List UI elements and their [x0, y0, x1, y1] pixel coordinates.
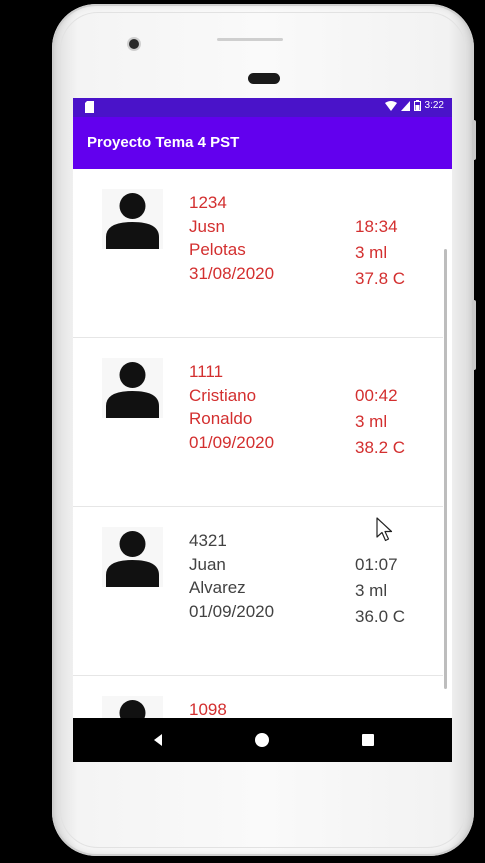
record-first-name: Jusn	[189, 216, 225, 236]
status-time: 3:22	[424, 100, 444, 111]
back-triangle-icon[interactable]	[149, 731, 167, 749]
record-time: 00:42	[355, 386, 398, 405]
record-id: 1234	[189, 193, 227, 212]
record-volume: 3 ml	[355, 243, 388, 262]
record-date: 01/09/2020	[189, 432, 275, 452]
person-icon	[102, 189, 163, 249]
record-temperature: 36.0 C	[355, 607, 406, 626]
front-camera	[129, 39, 139, 49]
record-last-name: Ronaldo	[189, 409, 253, 428]
person-icon	[102, 358, 163, 418]
record-info: 1234 Jusn Pelotas 31/08/2020	[189, 191, 274, 285]
record-volume: 3 ml	[355, 581, 388, 600]
record-card[interactable]: 1098	[73, 676, 443, 718]
sd-card-icon	[85, 101, 94, 113]
record-info: 1111 Cristiano Ronaldo 01/09/2020	[189, 360, 274, 454]
record-last-name: Alvarez	[189, 578, 246, 597]
app-bar: Proyecto Tema 4 PST	[73, 117, 452, 169]
recents-square-icon[interactable]	[359, 731, 377, 749]
record-date: 31/08/2020	[189, 263, 275, 283]
record-temperature: 37.8 C	[355, 269, 406, 288]
person-icon	[102, 527, 163, 587]
status-bar: 3:22	[73, 98, 452, 117]
record-id: 1098	[189, 700, 227, 718]
record-id: 1111	[189, 362, 224, 381]
record-volume: 3 ml	[355, 412, 388, 431]
record-time: 01:07	[355, 555, 398, 574]
record-info: 4321 Juan Alvarez 01/09/2020	[189, 529, 274, 623]
record-date: 01/09/2020	[189, 601, 275, 621]
record-info: 1098	[189, 698, 227, 718]
volume-button	[472, 300, 476, 370]
record-first-name: Cristiano	[189, 385, 257, 405]
records-list[interactable]: 1234 Jusn Pelotas 31/08/2020 18:34 3 ml …	[73, 169, 452, 718]
person-icon	[102, 696, 163, 718]
home-circle-icon[interactable]	[253, 731, 271, 749]
navigation-bar	[73, 718, 452, 762]
app-screen: 3:22 Proyecto Tema 4 PST 1234 Jusn Pelot…	[73, 98, 452, 762]
status-icons: 3:22	[384, 100, 444, 111]
app-title: Proyecto Tema 4 PST	[87, 134, 240, 151]
list-scrollbar[interactable]	[444, 249, 447, 689]
proximity-sensor	[248, 73, 280, 84]
power-button	[472, 120, 476, 160]
record-id: 4321	[189, 531, 227, 550]
record-measurements: 00:42 3 ml 38.2 C	[355, 383, 405, 461]
record-card[interactable]: 1234 Jusn Pelotas 31/08/2020 18:34 3 ml …	[73, 169, 443, 338]
record-measurements: 01:07 3 ml 36.0 C	[355, 552, 405, 630]
record-measurements: 18:34 3 ml 37.8 C	[355, 214, 405, 292]
battery-icon	[413, 100, 421, 111]
record-card[interactable]: 1111 Cristiano Ronaldo 01/09/2020 00:42 …	[73, 338, 443, 507]
record-temperature: 38.2 C	[355, 438, 406, 457]
mouse-cursor-icon	[376, 517, 393, 542]
earpiece-speaker	[217, 38, 283, 41]
wifi-icon	[384, 100, 397, 111]
record-last-name: Pelotas	[189, 240, 246, 259]
record-time: 18:34	[355, 217, 398, 236]
signal-icon	[400, 100, 410, 111]
record-first-name: Juan	[189, 554, 226, 574]
